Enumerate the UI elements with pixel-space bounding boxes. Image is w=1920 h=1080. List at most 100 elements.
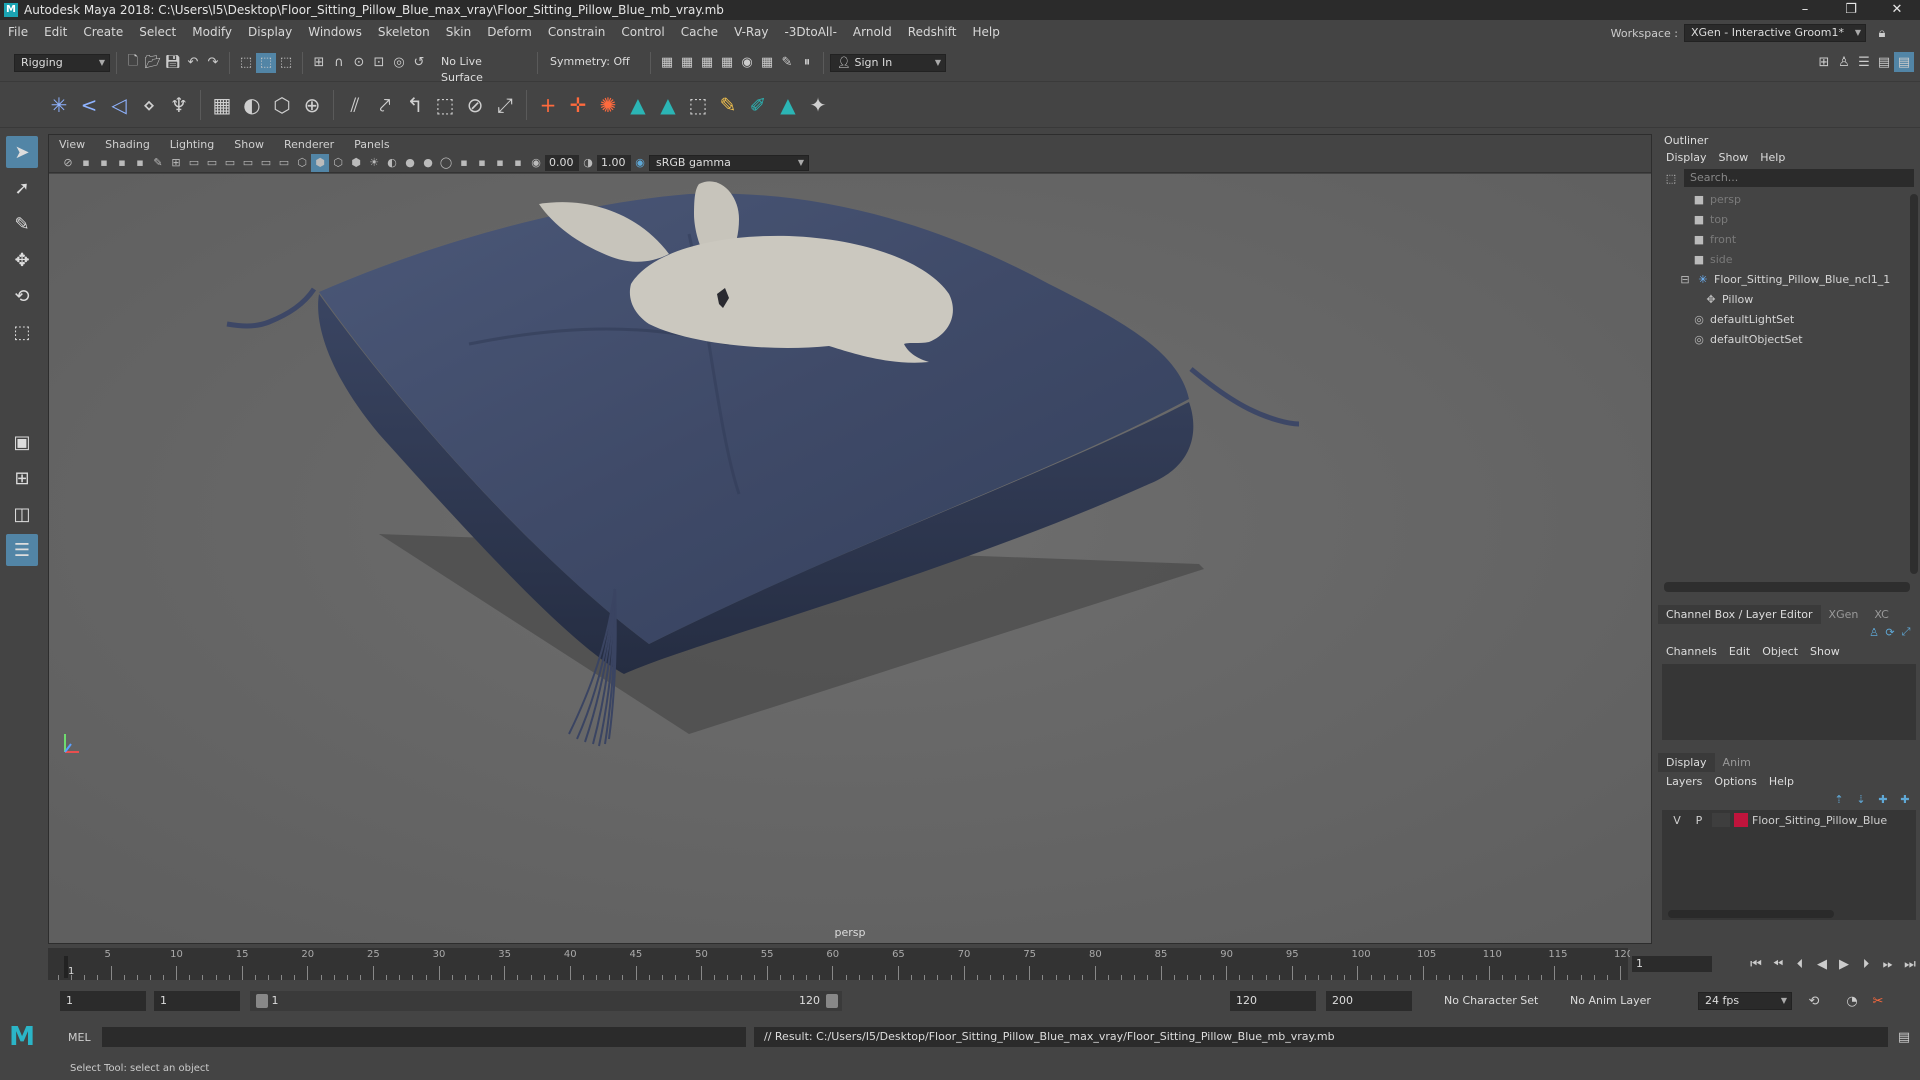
outliner-item-side[interactable]: ■ side <box>1692 249 1920 269</box>
channels-menu[interactable]: Channels <box>1660 643 1723 660</box>
lock-attribute-icon[interactable]: ✎ <box>713 90 743 120</box>
four-view-icon[interactable]: ⊞ <box>6 462 38 494</box>
rotate-tool-icon[interactable]: ⟲ <box>6 280 38 312</box>
menu-select[interactable]: Select <box>131 25 184 39</box>
color-management-icon[interactable]: ◉ <box>631 154 649 172</box>
single-view-icon[interactable]: ▣ <box>6 426 38 458</box>
live-surface-field[interactable]: No Live Surface <box>435 53 531 84</box>
options-menu[interactable]: Options <box>1708 773 1762 790</box>
save-scene-icon[interactable]: 💾︎ <box>163 53 183 73</box>
playback-start-field[interactable]: 1 <box>154 991 240 1011</box>
outliner-item-persp[interactable]: ■ persp <box>1692 189 1920 209</box>
xray-joints-icon[interactable]: ▪ <box>509 154 527 172</box>
paint-select-icon[interactable]: ✎ <box>6 208 38 240</box>
color-space-dropdown[interactable]: sRGB gamma ▼ <box>649 154 809 171</box>
script-editor-icon[interactable]: ▤ <box>1894 1027 1914 1047</box>
menu-arnold[interactable]: Arnold <box>845 25 900 39</box>
resolution-gate-icon[interactable]: ▭ <box>203 154 221 172</box>
render-setup-icon[interactable]: ▦ <box>757 53 777 73</box>
menu-windows[interactable]: Windows <box>300 25 370 39</box>
quick-rig-icon[interactable]: ♆ <box>164 90 194 120</box>
render-frame-icon[interactable]: ▦ <box>677 53 697 73</box>
menu-vray[interactable]: V-Ray <box>726 25 776 39</box>
viewport-menu-panels[interactable]: Panels <box>344 138 399 151</box>
animation-end-field[interactable]: 200 <box>1326 991 1412 1011</box>
pin-icon[interactable]: ✦ <box>803 90 833 120</box>
isolate-select-icon[interactable]: ▪ <box>473 154 491 172</box>
mirror-joint-icon[interactable]: ⋄ <box>134 90 164 120</box>
parent-constraint-icon[interactable]: ⫽ <box>340 90 370 120</box>
scale-constraint-icon[interactable]: ⬚ <box>430 90 460 120</box>
menu-display[interactable]: Display <box>240 25 300 39</box>
range-start-handle[interactable] <box>256 994 268 1008</box>
empty-slot-icon[interactable]: ⬚ <box>683 90 713 120</box>
bookmark-icon[interactable]: ▪ <box>95 154 113 172</box>
step-back-key-icon[interactable]: ⏪︎ <box>1768 954 1788 974</box>
camera-select-icon[interactable]: ⊘ <box>59 154 77 172</box>
select-object-icon[interactable]: ⬚ <box>256 52 276 73</box>
script-language-toggle[interactable]: MEL <box>44 1031 96 1044</box>
viewport-menu-shading[interactable]: Shading <box>95 138 160 151</box>
move-layer-down-icon[interactable]: ⇣ <box>1852 791 1870 807</box>
camera-attr-icon[interactable]: ▪ <box>77 154 95 172</box>
layer-color-swatch[interactable] <box>1734 813 1748 827</box>
loop-icon[interactable]: ⟲ <box>1804 991 1824 1011</box>
gamma-field[interactable]: 1.00 <box>597 154 631 171</box>
edit-menu[interactable]: Edit <box>1723 643 1756 660</box>
viewport-menu-lighting[interactable]: Lighting <box>160 138 224 151</box>
open-scene-icon[interactable]: 📂︎ <box>143 53 163 73</box>
menuset-dropdown[interactable]: Rigging ▼ <box>14 53 110 72</box>
snap-surface-icon[interactable]: ◎ <box>389 53 409 73</box>
image-plane-icon[interactable]: ▪ <box>113 154 131 172</box>
command-input[interactable] <box>102 1027 746 1047</box>
gate-mask-icon[interactable]: ▭ <box>221 154 239 172</box>
attribute-editor-icon[interactable]: ☰ <box>1854 52 1874 72</box>
outliner-layout-icon[interactable]: ☰ <box>6 534 38 566</box>
character-set-dropdown[interactable]: No Character Set <box>1438 991 1556 1011</box>
layers-menu[interactable]: Layers <box>1660 773 1708 790</box>
xgen-icon-3[interactable]: ▲ <box>773 90 803 120</box>
menu-redshift[interactable]: Redshift <box>900 25 965 39</box>
viewport-menu-show[interactable]: Show <box>224 138 274 151</box>
step-back-frame-icon[interactable]: ⏴ <box>1790 954 1810 974</box>
outliner-menu-help[interactable]: Help <box>1754 149 1791 166</box>
new-scene-icon[interactable]: 🗋 <box>123 53 143 73</box>
xgen-icon-2[interactable]: ▲ <box>653 90 683 120</box>
filter-icon[interactable]: ⬚ <box>1664 171 1678 185</box>
time-slider[interactable]: 5 10 15 20 25 30 35 40 45 50 55 60 65 70 75 80 85 90 95 100… <box>48 948 1633 980</box>
menu-help[interactable]: Help <box>964 25 1007 39</box>
play-backward-icon[interactable]: ◀ <box>1812 954 1832 974</box>
move-layer-up-icon[interactable]: ⇡ <box>1830 791 1848 807</box>
layer-row[interactable]: V P Floor_Sitting_Pillow_Blue <box>1662 810 1916 830</box>
auto-key-icon[interactable]: ◔ <box>1842 991 1862 1011</box>
character-controls-icon[interactable]: ♙ <box>1834 52 1854 72</box>
scale-tool-icon[interactable]: ⬚ <box>6 316 38 348</box>
outliner-item-defaultlightset[interactable]: ◎ defaultLightSet <box>1692 309 1920 329</box>
object-menu[interactable]: Object <box>1756 643 1804 660</box>
layer-h-scrollbar[interactable] <box>1668 910 1834 918</box>
screen-space-ao-icon[interactable]: ● <box>401 154 419 172</box>
shadows-icon[interactable]: ◐ <box>383 154 401 172</box>
two-d-pan-icon[interactable]: ▪ <box>131 154 149 172</box>
outliner-v-scrollbar[interactable] <box>1910 194 1918 574</box>
fps-dropdown[interactable]: 24 fps ▼ <box>1698 992 1792 1010</box>
playback-end-field[interactable]: 120 <box>1230 991 1316 1011</box>
menu-cache[interactable]: Cache <box>673 25 726 39</box>
render-view-icon[interactable]: ▦ <box>657 53 677 73</box>
snap-view-icon[interactable]: ⊡ <box>369 53 389 73</box>
ik-spline-icon[interactable]: ◁ <box>104 90 134 120</box>
channel-box-sync-icon[interactable]: ⟳ <box>1882 624 1898 640</box>
collapse-icon[interactable]: ⊟ <box>1678 273 1692 286</box>
layer-playback-toggle[interactable]: P <box>1690 814 1708 827</box>
outliner-item-front[interactable]: ■ front <box>1692 229 1920 249</box>
animation-start-field[interactable]: 1 <box>60 991 146 1011</box>
play-forward-icon[interactable]: ▶ <box>1834 954 1854 974</box>
layer-visibility-toggle[interactable]: V <box>1668 814 1686 827</box>
close-button[interactable]: ✕ <box>1874 0 1920 20</box>
tab-xc[interactable]: XC <box>1866 605 1896 624</box>
safe-action-icon[interactable]: ▭ <box>257 154 275 172</box>
film-gate-icon[interactable]: ▭ <box>185 154 203 172</box>
range-end-handle[interactable] <box>826 994 838 1008</box>
pause-icon[interactable]: ⏸︎ <box>797 53 817 73</box>
new-layer-from-selection-icon[interactable]: ✚ <box>1896 791 1914 807</box>
